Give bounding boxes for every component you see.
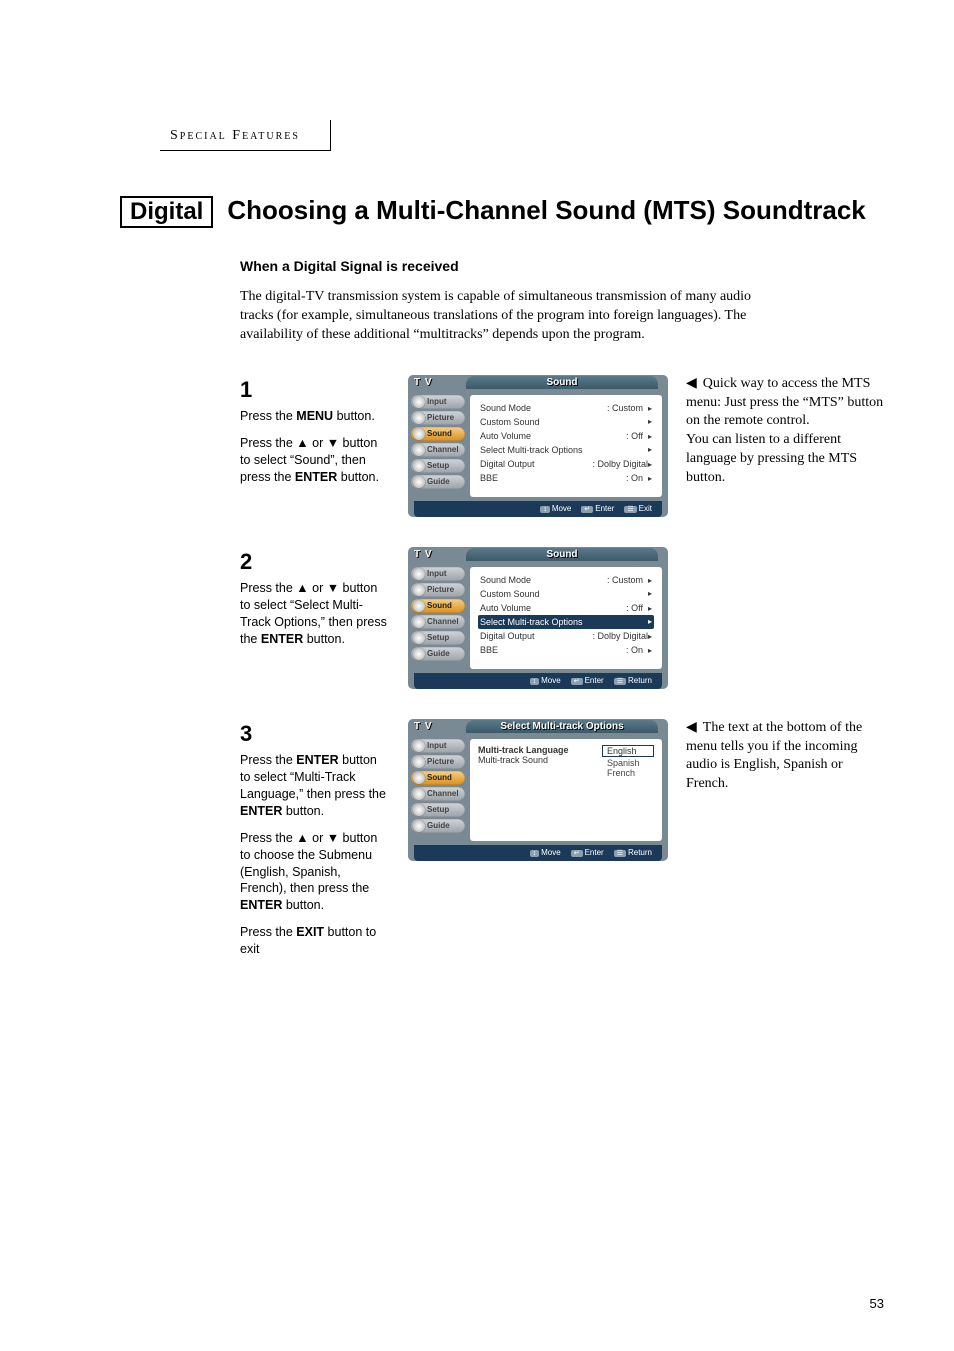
page-title: Choosing a Multi-Channel Sound (MTS) Sou…	[227, 196, 865, 226]
step-3-text: 3 Press the ENTER button to select “Mult…	[240, 719, 390, 958]
page: Special Features Digital Choosing a Mult…	[0, 0, 954, 1351]
txt: Press the ▲ or ▼ button to choose the Su…	[240, 831, 377, 896]
step-number: 1	[240, 375, 390, 405]
osd-screenshot-3: T V Select Multi-track Options Input Pic…	[408, 719, 668, 861]
txt: button.	[282, 804, 324, 818]
subheading: When a Digital Signal is received	[240, 258, 884, 274]
side-setup: Setup	[411, 803, 465, 817]
txt: Press the	[240, 409, 296, 423]
step-3: 3 Press the ENTER button to select “Mult…	[240, 719, 884, 958]
option: French	[602, 768, 654, 778]
button-ref: MENU	[296, 409, 333, 423]
osd-title: Sound	[466, 376, 658, 389]
osd-footer: ↕Move ↵Enter ☰Return	[414, 845, 662, 861]
osd-sidebar: Input Picture Sound Channel Setup Guide	[408, 391, 468, 501]
side-sound: Sound	[411, 771, 465, 785]
arrow-left-icon: ◀	[686, 376, 697, 391]
osd-title: Sound	[466, 548, 658, 561]
side-setup: Setup	[411, 631, 465, 645]
side-setup: Setup	[411, 459, 465, 473]
osd-title: Select Multi-track Options	[466, 720, 658, 733]
step-1: 1 Press the MENU button. Press the ▲ or …	[240, 375, 884, 517]
button-ref: ENTER	[261, 632, 303, 646]
txt: Press the	[240, 753, 296, 767]
osd-screenshot-1: T V Sound Input Picture Sound Channel Se…	[408, 375, 668, 517]
side-channel: Channel	[411, 787, 465, 801]
option: Spanish	[602, 758, 654, 768]
osd-footer: ↕Move ↵Enter ☰Return	[414, 673, 662, 689]
button-ref: ENTER	[240, 804, 282, 818]
osd-footer: ↕Move ↵Enter ☰Exit	[414, 501, 662, 517]
side-input: Input	[411, 567, 465, 581]
highlighted-row: Select Multi-track Options▸	[478, 615, 654, 629]
step-2: 2 Press the ▲ or ▼ button to select “Sel…	[240, 547, 884, 689]
osd-screenshot-2: T V Sound Input Picture Sound Channel Se…	[408, 547, 668, 689]
button-ref: EXIT	[296, 925, 324, 939]
digital-tag: Digital	[120, 196, 213, 228]
txt: button.	[282, 898, 324, 912]
osd-tv-label: T V	[414, 549, 462, 560]
side-picture: Picture	[411, 755, 465, 769]
side-input: Input	[411, 739, 465, 753]
side-guide: Guide	[411, 647, 465, 661]
step-number: 3	[240, 719, 390, 749]
arrow-left-icon: ◀	[686, 720, 697, 735]
step-number: 2	[240, 547, 390, 577]
side-sound: Sound	[411, 427, 465, 441]
side-guide: Guide	[411, 475, 465, 489]
side-sound: Sound	[411, 599, 465, 613]
txt: button.	[337, 470, 379, 484]
osd-tv-label: T V	[414, 377, 462, 388]
txt: button.	[333, 409, 375, 423]
title-row: Digital Choosing a Multi-Channel Sound (…	[120, 196, 884, 228]
button-ref: ENTER	[240, 898, 282, 912]
osd-panel: Sound Mode: Custom ▸ Custom Sound▸ Auto …	[470, 395, 662, 497]
osd-sidebar: Input Picture Sound Channel Setup Guide	[408, 735, 468, 845]
page-number: 53	[870, 1296, 884, 1311]
osd-sidebar: Input Picture Sound Channel Setup Guide	[408, 563, 468, 673]
side-input: Input	[411, 395, 465, 409]
note-3: ◀The text at the bottom of the menu tell…	[686, 719, 884, 795]
txt: Press the	[240, 925, 296, 939]
step-1-text: 1 Press the MENU button. Press the ▲ or …	[240, 375, 390, 486]
note-1: ◀Quick way to access the MTS menu: Just …	[686, 375, 884, 488]
osd-tv-label: T V	[414, 721, 462, 732]
intro-paragraph: The digital-TV transmission system is ca…	[240, 288, 780, 345]
osd-panel: Sound Mode: Custom ▸ Custom Sound▸ Auto …	[470, 567, 662, 669]
option-selected: English	[602, 745, 654, 757]
side-channel: Channel	[411, 443, 465, 457]
txt: button.	[303, 632, 345, 646]
side-channel: Channel	[411, 615, 465, 629]
button-ref: ENTER	[295, 470, 337, 484]
side-picture: Picture	[411, 583, 465, 597]
content-area: When a Digital Signal is received The di…	[240, 258, 884, 958]
osd-panel: Multi-track Language Multi-track Sound E…	[470, 739, 662, 841]
step-2-text: 2 Press the ▲ or ▼ button to select “Sel…	[240, 547, 390, 648]
section-header: Special Features	[160, 120, 331, 151]
side-guide: Guide	[411, 819, 465, 833]
side-picture: Picture	[411, 411, 465, 425]
button-ref: ENTER	[296, 753, 338, 767]
